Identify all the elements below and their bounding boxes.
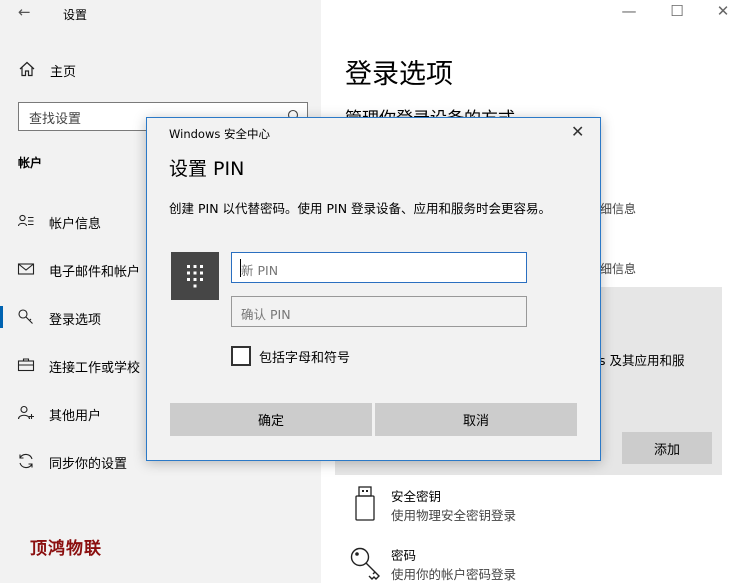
- app-title: 设置: [63, 8, 88, 22]
- page-title: 登录选项: [345, 59, 453, 90]
- sync-icon: [19, 453, 33, 469]
- dialog-caption: Windows 安全中心: [169, 127, 270, 141]
- sidebar-item-label: 电子邮件和帐户: [49, 265, 141, 280]
- maximize-button[interactable]: ☐: [667, 2, 687, 20]
- option-title: 密码: [391, 548, 417, 563]
- option-title: 安全密钥: [391, 489, 442, 504]
- section-title: 帐户: [18, 156, 43, 170]
- sidebar-item-label: 其他用户: [49, 409, 102, 424]
- sidebar-item-home[interactable]: 主页: [0, 58, 321, 82]
- back-arrow-icon[interactable]: ←: [18, 3, 31, 21]
- title-bar: ← 设置: [0, 0, 321, 28]
- checkbox-label[interactable]: 包括字母和符号: [259, 347, 350, 366]
- ok-button[interactable]: 确定: [170, 403, 372, 436]
- dialog-title: 设置 PIN: [169, 158, 245, 180]
- password-key-icon: [350, 547, 380, 580]
- new-pin-placeholder: 新 PIN: [241, 263, 279, 278]
- home-icon: [19, 61, 35, 77]
- sidebar-item-label: 同步你的设置: [49, 457, 128, 472]
- details-link[interactable]: 细信息: [600, 200, 636, 217]
- option-description: 使用你的帐户密码登录: [391, 567, 517, 582]
- confirm-pin-placeholder: 确认 PIN: [241, 307, 291, 322]
- details-link[interactable]: 细信息: [600, 260, 636, 277]
- new-pin-field[interactable]: 新 PIN: [231, 252, 527, 283]
- key-icon: [18, 309, 33, 324]
- account-info-icon: [17, 214, 34, 227]
- pin-card-text: s 及其应用和服: [599, 353, 685, 368]
- sidebar-item-label: 主页: [50, 65, 77, 80]
- usb-key-icon: [355, 486, 375, 521]
- search-placeholder: 查找设置: [29, 112, 82, 127]
- dialog-description: 创建 PIN 以代替密码。使用 PIN 登录设备、应用和服务时会更容易。: [169, 201, 552, 216]
- set-pin-dialog: Windows 安全中心 ✕ 设置 PIN 创建 PIN 以代替密码。使用 PI…: [146, 117, 601, 461]
- dialog-close-button[interactable]: ✕: [571, 122, 584, 141]
- sidebar-item-label: 帐户信息: [49, 217, 102, 232]
- sidebar-item-label: 连接工作或学校: [49, 361, 141, 376]
- briefcase-icon: [17, 358, 35, 372]
- close-button[interactable]: ✕: [713, 2, 733, 20]
- confirm-pin-field[interactable]: 确认 PIN: [231, 296, 527, 327]
- watermark: 顶鸿物联: [30, 539, 102, 559]
- cancel-button[interactable]: 取消: [375, 403, 577, 436]
- keypad-icon: [171, 252, 219, 300]
- sidebar-item-label: 登录选项: [49, 313, 102, 328]
- include-letters-checkbox[interactable]: [231, 346, 251, 366]
- option-security-key[interactable]: 安全密钥 使用物理安全密钥登录: [345, 486, 735, 530]
- add-pin-button[interactable]: 添加: [622, 432, 712, 464]
- email-icon: [17, 263, 35, 275]
- option-password[interactable]: 密码 使用你的帐户密码登录: [345, 545, 735, 583]
- option-description: 使用物理安全密钥登录: [391, 508, 517, 523]
- add-person-icon: [17, 405, 34, 420]
- minimize-button[interactable]: —: [619, 2, 639, 20]
